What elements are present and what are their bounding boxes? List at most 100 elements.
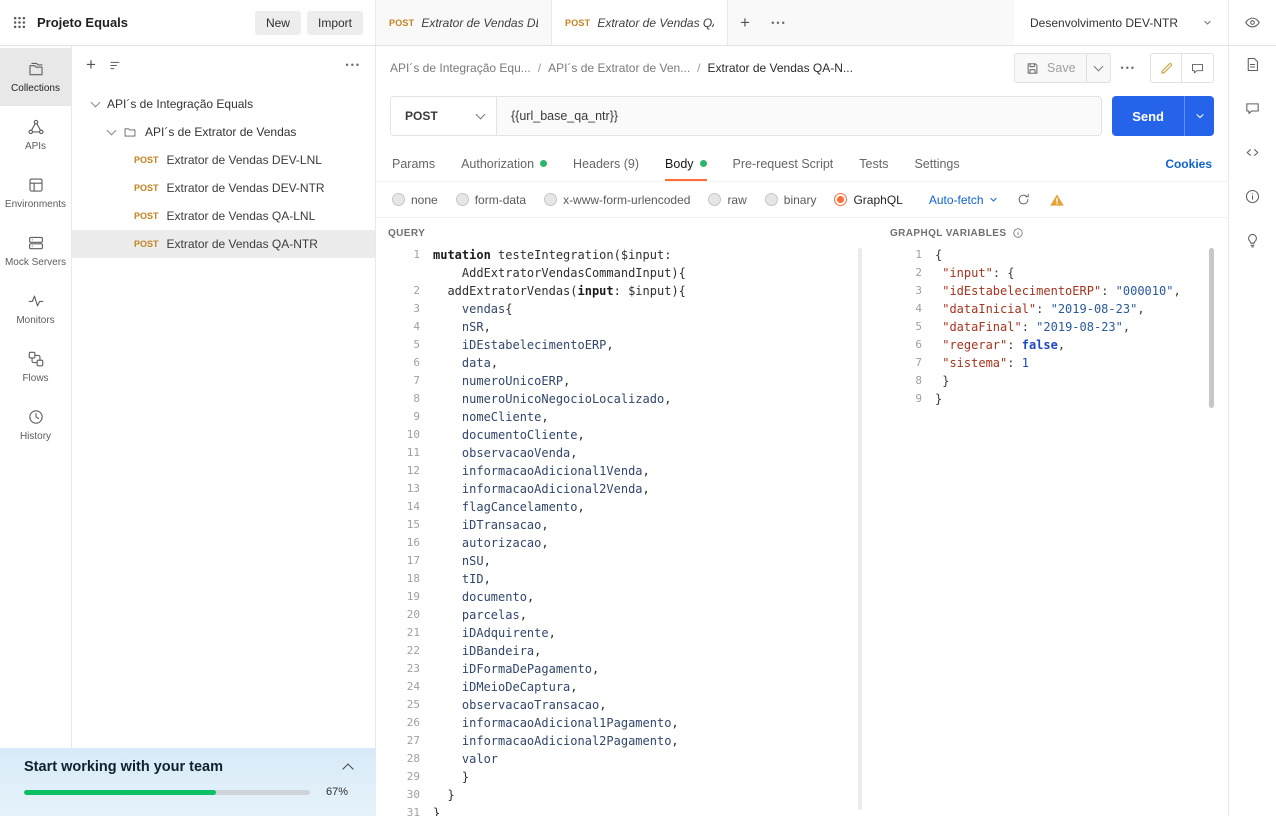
code-line: 8 numeroUnicoNegocioLocalizado, [388, 390, 864, 408]
tab-label: Body [665, 157, 694, 171]
url-box: POST {{url_base_qa_ntr}} [390, 96, 1102, 136]
workspace-switcher-icon[interactable] [12, 15, 27, 30]
code-text: iDEstabelecimentoERP, [433, 336, 614, 354]
tab-settings[interactable]: Settings [914, 146, 959, 181]
body-type-binary[interactable]: binary [765, 193, 817, 207]
sidebar-nav-flows[interactable]: Flows [0, 338, 71, 396]
add-collection-button[interactable]: + [86, 55, 96, 75]
status-dot [540, 160, 547, 167]
schema-warning-button[interactable] [1049, 192, 1065, 208]
graphql-variables-editor[interactable]: 1{2 "input": {3 "idEstabelecimentoERP": … [890, 246, 1218, 816]
tab-params[interactable]: Params [392, 146, 435, 181]
request-tab[interactable]: POSTExtrator de Vendas QA- [552, 0, 728, 45]
sidebar-options-button[interactable]: ••• [346, 60, 361, 70]
request-item[interactable]: POSTExtrator de Vendas DEV-LNL [72, 146, 375, 174]
code-line: 14 flagCancelamento, [388, 498, 864, 516]
save-button[interactable]: Save [1015, 54, 1086, 82]
sidebar-nav-environments[interactable]: Environments [0, 164, 71, 222]
url-input[interactable]: {{url_base_qa_ntr}} [497, 97, 1101, 135]
comments-panel-button[interactable] [1244, 100, 1261, 117]
body-type-x-www-form-urlencoded[interactable]: x-www-form-urlencoded [544, 193, 690, 207]
request-actions: Save ••• [1014, 53, 1214, 83]
new-tab-button[interactable]: + [728, 0, 762, 45]
radio-icon [544, 193, 557, 206]
line-number: 12 [388, 462, 420, 480]
code-text: } [433, 768, 469, 786]
request-tab[interactable]: POSTExtrator de Vendas DEV [376, 0, 552, 45]
sidebar-nav-history[interactable]: History [0, 396, 71, 454]
nav-label: Environments [5, 199, 66, 210]
request-options-button[interactable]: ••• [1121, 63, 1136, 73]
chevron-up-icon[interactable] [342, 763, 353, 774]
context-bar [1228, 46, 1276, 816]
documentation-button[interactable] [1244, 56, 1261, 73]
send-options-button[interactable] [1184, 96, 1214, 136]
folder-item[interactable]: API´s de Extrator de Vendas [72, 118, 375, 146]
send-button[interactable]: Send [1112, 96, 1184, 136]
environment-selector[interactable]: Desenvolvimento DEV-NTR [1014, 0, 1228, 45]
save-button-group: Save [1014, 53, 1111, 83]
code-line: 5 iDEstabelecimentoERP, [388, 336, 864, 354]
radio-icon [765, 193, 778, 206]
body-type-options: none form-data x-www-form-urlencoded raw bin… [392, 193, 903, 207]
code-snippet-button[interactable] [1244, 144, 1261, 161]
method-select[interactable]: POST [391, 97, 497, 135]
environment-name: Desenvolvimento DEV-NTR [1030, 16, 1178, 30]
tab-pre-request-script[interactable]: Pre-request Script [733, 146, 834, 181]
tab-label: Tests [859, 157, 888, 171]
breadcrumb-item[interactable]: API´s de Integração Equ... [390, 61, 531, 75]
lightbulb-button[interactable] [1244, 232, 1261, 249]
tab-body[interactable]: Body [665, 146, 707, 181]
tab-options-button[interactable]: ••• [762, 0, 796, 45]
variables-scrollbar[interactable] [1209, 248, 1214, 408]
request-item[interactable]: POSTExtrator de Vendas DEV-NTR [72, 174, 375, 202]
code-text: observacaoTransacao, [433, 696, 606, 714]
request-item[interactable]: POSTExtrator de Vendas QA-NTR [72, 230, 375, 258]
line-number: 30 [388, 786, 420, 804]
code-text: iDTransacao, [433, 516, 549, 534]
breadcrumb-item[interactable]: API´s de Extrator de Ven... [548, 61, 690, 75]
body-type-form-data[interactable]: form-data [456, 193, 526, 207]
method-badge: POST [134, 183, 159, 193]
line-number: 24 [388, 678, 420, 696]
code-line: 30 } [388, 786, 864, 804]
filter-icon[interactable] [108, 58, 123, 73]
code-line: 9} [890, 390, 1218, 408]
request-info-button[interactable] [1244, 188, 1261, 205]
graphql-query-editor[interactable]: 1mutation testeIntegration($input: AddEx… [388, 246, 864, 816]
tab-tests[interactable]: Tests [859, 146, 888, 181]
edit-documentation-button[interactable] [1150, 53, 1182, 83]
method-badge: POST [134, 211, 159, 221]
code-text: } [433, 804, 440, 816]
import-button[interactable]: Import [307, 11, 363, 35]
auto-fetch-dropdown[interactable]: Auto-fetch [929, 193, 998, 207]
chevron-down-icon[interactable] [107, 125, 117, 135]
body-type-none[interactable]: none [392, 193, 438, 207]
sidebar-nav-apis[interactable]: APIs [0, 106, 71, 164]
collections-icon [27, 60, 45, 78]
code-text: "dataInicial": "2019-08-23", [935, 300, 1145, 318]
code-text: tID, [433, 570, 491, 588]
tab-headers-9-[interactable]: Headers (9) [573, 146, 639, 181]
code-line: 27 informacaoAdicional2Pagamento, [388, 732, 864, 750]
breadcrumb-item[interactable]: Extrator de Vendas QA-N... [708, 61, 853, 75]
sidebar-nav-mock-servers[interactable]: Mock Servers [0, 222, 71, 280]
code-text: nSR, [433, 318, 491, 336]
sidebar-search-input[interactable] [135, 58, 334, 72]
body-type-raw[interactable]: raw [708, 193, 746, 207]
query-scrollbar[interactable] [858, 248, 862, 810]
chevron-down-icon[interactable] [91, 97, 101, 107]
save-options-button[interactable] [1086, 54, 1110, 82]
method-badge: POST [134, 155, 159, 165]
refresh-schema-button[interactable] [1016, 192, 1031, 207]
collection-item[interactable]: API´s de Integração Equals [72, 90, 375, 118]
environment-quick-look-button[interactable] [1228, 0, 1276, 45]
sidebar-nav-collections[interactable]: Collections [0, 48, 71, 106]
tab-authorization[interactable]: Authorization [461, 146, 547, 181]
new-button[interactable]: New [255, 11, 301, 35]
sidebar-nav-monitors[interactable]: Monitors [0, 280, 71, 338]
comments-button[interactable] [1182, 53, 1214, 83]
body-type-graphql[interactable]: GraphQL [834, 193, 902, 207]
cookies-link[interactable]: Cookies [1165, 157, 1212, 171]
request-item[interactable]: POSTExtrator de Vendas QA-LNL [72, 202, 375, 230]
